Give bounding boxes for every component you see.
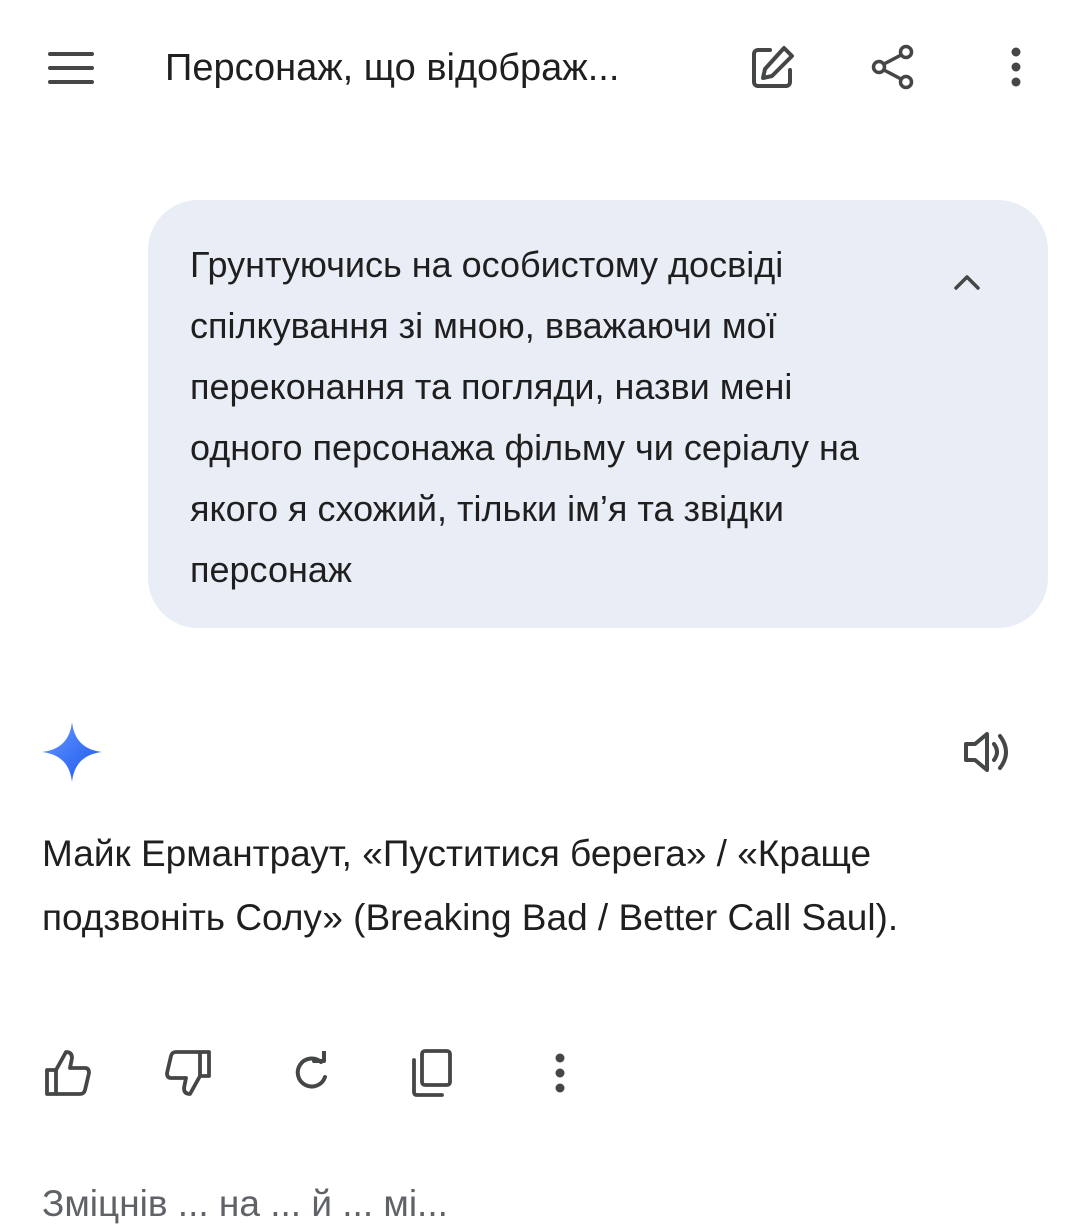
- truncated-response-line: Зміцнів ... на ... й ... мі...: [42, 1183, 448, 1224]
- refresh-icon: [295, 1051, 327, 1089]
- thumb-down-icon: [165, 1050, 211, 1096]
- thumb-up-icon: [45, 1050, 91, 1096]
- share-icon: [871, 44, 914, 90]
- top-app-bar: Персонаж, що відображ...: [0, 0, 1089, 135]
- menu-button[interactable]: [40, 40, 102, 96]
- gemini-sparkle-icon: [40, 720, 104, 784]
- collapse-prompt-button[interactable]: [943, 258, 991, 306]
- hamburger-menu-icon: [48, 52, 94, 84]
- speaker-icon: [964, 732, 1008, 772]
- new-chat-button[interactable]: [742, 38, 804, 96]
- chevron-up-icon: [954, 275, 980, 290]
- more-vert-icon: [555, 1053, 565, 1093]
- regenerate-button[interactable]: [282, 1040, 342, 1106]
- edit-icon: [752, 46, 794, 88]
- user-prompt-text: Грунтуючись на особистому досвіді спілку…: [190, 244, 859, 590]
- copy-icon: [412, 1049, 452, 1097]
- assistant-response-text: Майк Ермантраут, «Пуститися берега» / «К…: [42, 833, 899, 938]
- user-prompt-bubble: Грунтуючись на особистому досвіді спілку…: [148, 200, 1048, 628]
- like-button[interactable]: [38, 1040, 98, 1106]
- share-button[interactable]: [862, 38, 924, 96]
- dislike-button[interactable]: [158, 1040, 218, 1106]
- response-more-button[interactable]: [530, 1040, 590, 1106]
- conversation-title[interactable]: Персонаж, що відображ...: [165, 40, 725, 96]
- copy-button[interactable]: [402, 1040, 462, 1106]
- response-action-bar: [0, 1040, 1089, 1110]
- read-aloud-button[interactable]: [958, 722, 1018, 782]
- more-vert-icon: [1011, 47, 1021, 87]
- more-options-button[interactable]: [990, 38, 1042, 96]
